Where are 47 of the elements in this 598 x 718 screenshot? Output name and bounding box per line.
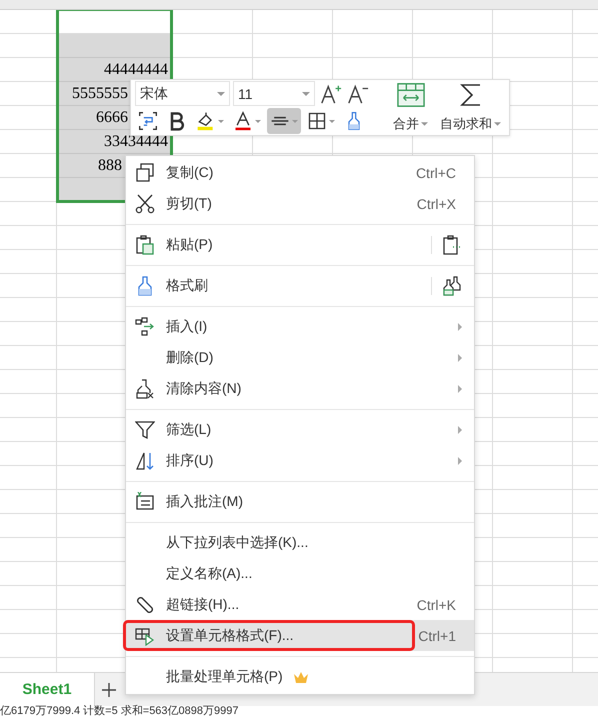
wrap-text-icon bbox=[138, 111, 158, 131]
autosum-button[interactable]: 自动求和 bbox=[436, 81, 505, 134]
caret-icon bbox=[494, 122, 501, 126]
cell-format-icon bbox=[135, 626, 155, 646]
border-icon bbox=[307, 111, 327, 131]
menu-item[interactable]: 排序(U) bbox=[126, 445, 474, 476]
status-text: 亿6179万7999.4 计数=5 求和=563亿0898万9997 bbox=[0, 705, 238, 718]
menu-item[interactable]: 删除(D) bbox=[126, 342, 474, 373]
menu-item[interactable]: 粘贴(P) bbox=[126, 229, 474, 260]
copy-icon bbox=[135, 162, 155, 182]
menu-item[interactable]: 格式刷 bbox=[126, 270, 474, 301]
table-cell: 44444444 bbox=[57, 58, 172, 82]
size-select[interactable]: 11 bbox=[233, 81, 315, 106]
add-sheet-icon[interactable] bbox=[101, 682, 117, 698]
menu-item[interactable]: 插入(I) bbox=[126, 311, 474, 342]
font-color-icon bbox=[233, 111, 253, 131]
filter-icon bbox=[135, 420, 155, 440]
menu-item[interactable]: 批量处理单元格(P) bbox=[126, 661, 474, 692]
caret-icon bbox=[421, 122, 428, 126]
sort-icon bbox=[135, 450, 155, 470]
scissors-icon bbox=[135, 194, 155, 214]
menu-item[interactable]: 超链接(H)... Ctrl+K bbox=[126, 589, 474, 620]
caret-icon bbox=[292, 120, 298, 122]
caret-icon bbox=[255, 120, 261, 122]
menu-item[interactable]: 插入批注(M) bbox=[126, 486, 474, 517]
menu-item[interactable]: 剪切(T) Ctrl+X bbox=[126, 188, 474, 219]
format-painter-icon[interactable] bbox=[442, 276, 462, 296]
font-select[interactable]: 宋体 bbox=[135, 81, 230, 106]
caret-icon bbox=[217, 92, 225, 96]
caret-icon bbox=[218, 120, 224, 122]
insert-cells-icon bbox=[135, 316, 155, 336]
clipboard-icon[interactable] bbox=[442, 234, 462, 254]
merge-button[interactable]: 合并 bbox=[389, 81, 432, 134]
link-icon bbox=[135, 594, 155, 614]
menu-item[interactable]: 从下拉列表中选择(K)... bbox=[126, 527, 474, 558]
merge-cells-icon bbox=[396, 82, 424, 108]
decrease-font-icon[interactable] bbox=[347, 82, 369, 104]
toolbar-button[interactable] bbox=[267, 108, 301, 134]
comment-icon bbox=[135, 492, 155, 512]
caret-icon bbox=[302, 92, 310, 96]
caret-icon bbox=[329, 120, 335, 122]
menu-item[interactable]: 清除内容(N) bbox=[126, 373, 474, 404]
menu-item[interactable]: 筛选(L) bbox=[126, 414, 474, 445]
clipboard-icon bbox=[135, 234, 155, 254]
menu-item[interactable]: 定义名称(A)... bbox=[126, 558, 474, 589]
eraser-icon bbox=[135, 378, 155, 398]
increase-font-icon[interactable] bbox=[320, 82, 342, 104]
